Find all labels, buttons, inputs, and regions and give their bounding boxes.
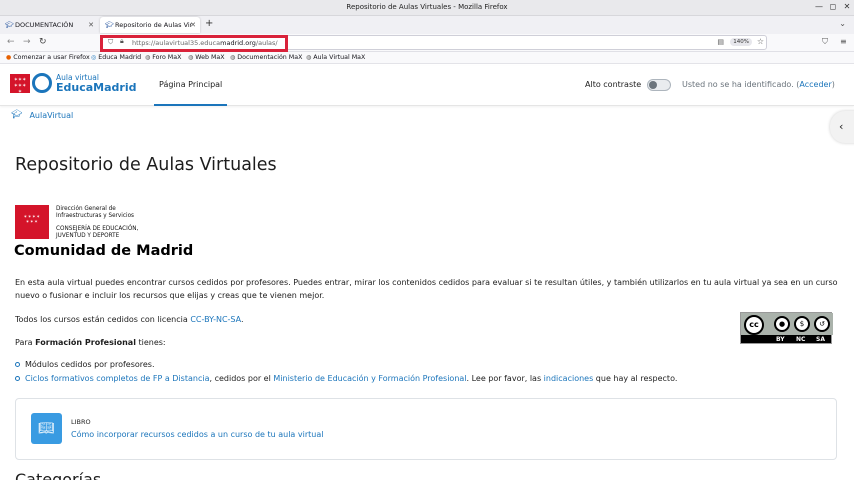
site-header: ✶✶✶ ✶✶✶ ✶ Aula virtual EducaMadrid Página …: [0, 66, 854, 106]
graduation-cap-icon: 🎓︎: [11, 110, 23, 120]
bookmark-star-icon[interactable]: ☆: [757, 37, 764, 46]
list-tabs-icon[interactable]: ⌄: [839, 19, 846, 28]
activity-type: LIBRO: [71, 418, 91, 426]
nav-home[interactable]: Página Principal: [154, 66, 228, 106]
tab-label: Repositorio de Aulas Vir: [115, 21, 193, 29]
globe-icon: ◍: [145, 54, 151, 61]
license-paragraph: Todos los cursos están cedidos con licen…: [15, 315, 244, 324]
bookmark-item[interactable]: ◍ Web MaX: [188, 54, 225, 61]
book-icon: 📖︎: [31, 413, 62, 444]
breadcrumb-aulavirtual[interactable]: AulaVirtual: [29, 111, 73, 120]
reload-icon[interactable]: ↻: [39, 37, 47, 47]
bookmark-item[interactable]: ◍ Foro MaX: [145, 54, 181, 61]
chevron-left-icon: ‹: [839, 120, 844, 133]
reader-view-icon[interactable]: ▤: [717, 38, 724, 46]
consejeria-text: CONSEJERÍA DE EDUCACIÓN, JUVENTUD Y DEPOR…: [56, 226, 139, 239]
page-title: Repositorio de Aulas Virtuales: [15, 155, 277, 175]
tab-documentacion[interactable]: 🎓︎ DOCUMENTACIÓN ✕: [0, 17, 98, 33]
book-activity-card[interactable]: 📖︎ LIBRO Cómo incorporar recursos cedido…: [15, 398, 837, 460]
back-icon[interactable]: ←: [7, 37, 15, 47]
by-label: BY: [776, 336, 785, 343]
ciclos-link[interactable]: Ciclos formativos completos de FP a Dist…: [25, 374, 209, 383]
bookmarks-toolbar: ● Comenzar a usar Firefox ◎ Educa Madrid ◍…: [0, 52, 854, 64]
cc-icon: cc: [744, 315, 764, 335]
nc-label: NC: [796, 336, 806, 343]
url-highlight-box: [100, 35, 288, 52]
firefox-icon: ●: [6, 54, 12, 61]
bookmark-item[interactable]: ◎ Educa Madrid: [91, 54, 141, 61]
tab-strip: 🎓︎ DOCUMENTACIÓN ✕ 🎓︎ Repositorio de Aul…: [0, 16, 854, 34]
close-tab-icon[interactable]: ✕: [190, 21, 196, 29]
tab-repositorio[interactable]: 🎓︎ Repositorio de Aulas Vir ✕: [100, 17, 200, 33]
license-link[interactable]: CC-BY-NC-SA: [190, 315, 241, 324]
window-titlebar: Repositorio de Aulas Virtuales - Mozilla…: [0, 0, 854, 16]
bookmark-item[interactable]: ◍ Aula Virtual MaX: [306, 54, 365, 61]
sa-label: SA: [816, 336, 825, 343]
direccion-general-text: Dirección General de Infraestructuras y S…: [56, 206, 135, 219]
open-drawer-button[interactable]: ‹: [830, 111, 854, 143]
list-item: Módulos cedidos por profesores.: [15, 360, 155, 369]
high-contrast-toggle[interactable]: [647, 79, 671, 91]
login-link[interactable]: Acceder: [799, 80, 831, 89]
attribution-icon: ●: [774, 316, 790, 332]
educamadrid-logo-icon[interactable]: [32, 73, 52, 93]
zoom-indicator[interactable]: 140%: [730, 38, 752, 46]
bullet-icon: [15, 376, 20, 381]
logo-title[interactable]: EducaMadrid: [56, 81, 136, 94]
bookmark-item[interactable]: ◍ Documentación MaX: [230, 54, 302, 61]
toggle-knob: [649, 81, 657, 89]
close-tab-icon[interactable]: ✕: [88, 21, 94, 29]
flag-stars: ✶✶✶✶ ✶✶✶: [23, 215, 41, 225]
window-title: Repositorio de Aulas Virtuales - Mozilla…: [346, 3, 508, 11]
maximize-icon[interactable]: ◻: [827, 2, 839, 11]
login-status: Usted no se ha identificado. (Acceder): [682, 80, 835, 89]
graduation-cap-icon: 🎓︎: [105, 20, 114, 29]
cc-license-badge[interactable]: cc ● $ ↺ BY NC SA: [740, 312, 833, 344]
ministerio-link[interactable]: Ministerio de Educación y Formación Prof…: [273, 374, 466, 383]
menu-icon[interactable]: ≡: [840, 37, 847, 46]
activity-link[interactable]: Cómo incorporar recursos cedidos a un cu…: [71, 430, 323, 439]
high-contrast-label: Alto contraste: [585, 80, 642, 89]
pocket-icon[interactable]: ⛉: [822, 37, 828, 47]
globe-icon: ◍: [230, 54, 236, 61]
close-window-icon[interactable]: ✕: [841, 2, 853, 11]
bookmark-item[interactable]: ● Comenzar a usar Firefox: [6, 54, 90, 61]
noncommercial-icon: $: [794, 316, 810, 332]
indicaciones-link[interactable]: indicaciones: [544, 374, 594, 383]
comunidad-madrid-flag: ✶✶✶✶ ✶✶✶: [15, 205, 49, 239]
globe-icon: ◍: [188, 54, 194, 61]
tab-label: DOCUMENTACIÓN: [15, 21, 74, 29]
minimize-icon[interactable]: —: [813, 2, 825, 11]
list-item: Ciclos formativos completos de FP a Dist…: [15, 374, 677, 383]
sharealike-icon: ↺: [814, 316, 830, 332]
section-heading: Categorías: [15, 470, 102, 480]
globe-icon: ◍: [306, 54, 312, 61]
madrid-flag-logo[interactable]: ✶✶✶ ✶✶✶ ✶: [10, 74, 30, 95]
forward-icon[interactable]: →: [23, 37, 31, 47]
intro-paragraph: En esta aula virtual puedes encontrar cu…: [15, 278, 838, 300]
graduation-cap-icon: 🎓︎: [5, 20, 14, 29]
globe-icon: ◎: [91, 54, 97, 61]
comunidad-madrid-title: Comunidad de Madrid: [14, 243, 194, 259]
fp-paragraph: Para Formación Profesional tienes:: [15, 338, 166, 347]
bullet-icon: [15, 362, 20, 367]
new-tab-button[interactable]: +: [205, 18, 213, 29]
breadcrumb: 🎓︎ AulaVirtual: [11, 110, 73, 120]
